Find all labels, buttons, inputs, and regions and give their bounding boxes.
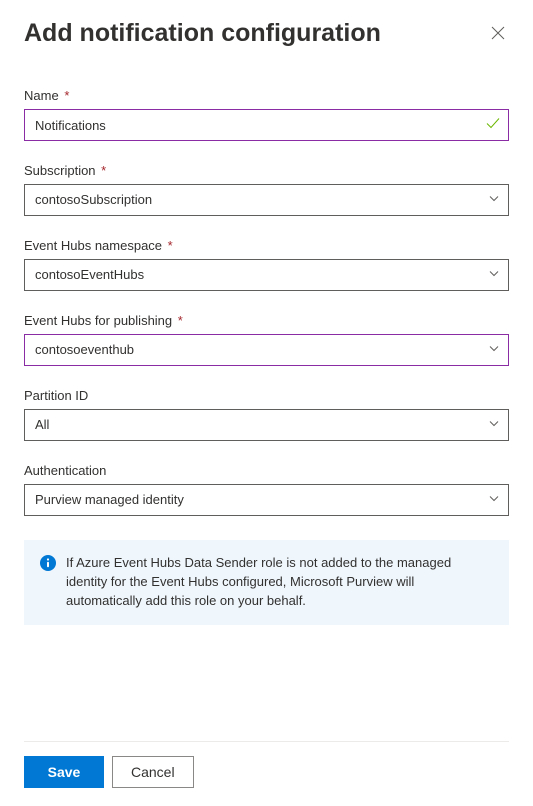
cancel-button[interactable]: Cancel	[112, 756, 194, 788]
publishing-select[interactable]: contosoeventhub	[24, 334, 509, 366]
auth-label: Authentication	[24, 463, 509, 478]
namespace-label: Event Hubs namespace *	[24, 238, 509, 253]
chevron-down-icon	[488, 493, 500, 508]
add-notification-panel: Add notification configuration Name * Su…	[0, 0, 533, 806]
info-icon	[40, 555, 56, 574]
publishing-label: Event Hubs for publishing *	[24, 313, 509, 328]
namespace-field: Event Hubs namespace * contosoEventHubs	[24, 238, 509, 291]
auth-field: Authentication Purview managed identity	[24, 463, 509, 516]
panel-header: Add notification configuration	[24, 18, 509, 48]
partition-select[interactable]: All	[24, 409, 509, 441]
auth-value: Purview managed identity	[25, 485, 508, 515]
required-marker: *	[101, 163, 106, 178]
chevron-down-icon	[488, 193, 500, 208]
chevron-down-icon	[488, 343, 500, 358]
partition-label: Partition ID	[24, 388, 509, 403]
subscription-select[interactable]: contosoSubscription	[24, 184, 509, 216]
close-button[interactable]	[487, 22, 509, 44]
chevron-down-icon	[488, 268, 500, 283]
close-icon	[491, 26, 505, 40]
auth-select[interactable]: Purview managed identity	[24, 484, 509, 516]
save-button[interactable]: Save	[24, 756, 104, 788]
publishing-field: Event Hubs for publishing * contosoevent…	[24, 313, 509, 366]
info-box: If Azure Event Hubs Data Sender role is …	[24, 540, 509, 625]
panel-footer: Save Cancel	[24, 741, 509, 806]
name-field: Name *	[24, 88, 509, 141]
required-marker: *	[64, 88, 69, 103]
checkmark-icon	[485, 116, 501, 135]
subscription-label: Subscription *	[24, 163, 509, 178]
subscription-field: Subscription * contosoSubscription	[24, 163, 509, 216]
required-marker: *	[168, 238, 173, 253]
form-body: Name * Subscription * contosoSubscriptio…	[24, 88, 509, 721]
required-marker: *	[178, 313, 183, 328]
chevron-down-icon	[488, 418, 500, 433]
name-input-wrap	[24, 109, 509, 141]
subscription-value: contosoSubscription	[25, 185, 508, 215]
publishing-value: contosoeventhub	[25, 335, 508, 365]
namespace-value: contosoEventHubs	[25, 260, 508, 290]
partition-field: Partition ID All	[24, 388, 509, 441]
partition-value: All	[25, 410, 508, 440]
name-input[interactable]	[24, 109, 509, 141]
info-text: If Azure Event Hubs Data Sender role is …	[66, 554, 493, 611]
namespace-select[interactable]: contosoEventHubs	[24, 259, 509, 291]
panel-title: Add notification configuration	[24, 18, 381, 48]
name-label: Name *	[24, 88, 509, 103]
